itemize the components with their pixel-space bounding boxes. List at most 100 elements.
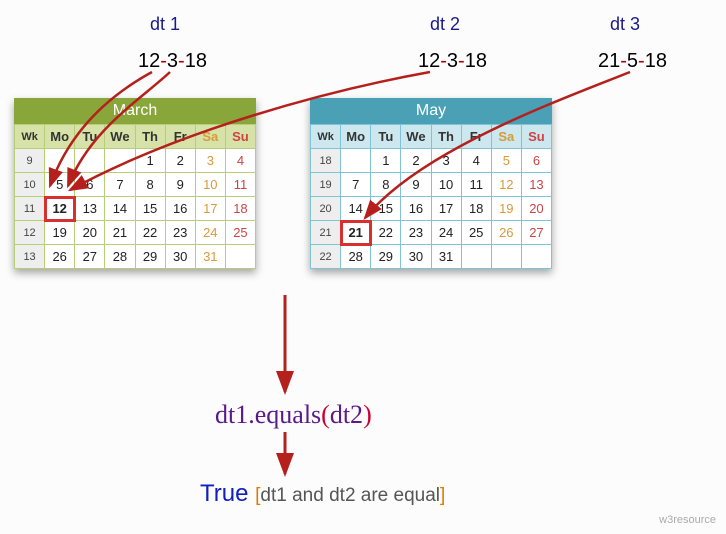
cal-day: 24 — [431, 221, 461, 245]
expr-arg: dt2 — [330, 400, 363, 429]
cal-day: 11 — [225, 173, 255, 197]
cal-day: 3 — [195, 149, 225, 173]
cal-day: 16 — [165, 197, 195, 221]
calendar-march: March WkMoTuWeThFrSaSu912341056789101111… — [14, 98, 256, 269]
cal-day: 24 — [195, 221, 225, 245]
cal-header: Wk — [311, 125, 341, 149]
cal-day: 28 — [105, 245, 135, 269]
cal-day: 18 — [225, 197, 255, 221]
cal-day: 11 — [461, 173, 491, 197]
cal-header: Fr — [461, 125, 491, 149]
cal-header: Tu — [75, 125, 105, 149]
cal-day: 3 — [431, 149, 461, 173]
date-dt3: 21-5-18 — [598, 50, 667, 73]
watermark: w3resource — [659, 514, 716, 526]
cal-week-number: 9 — [15, 149, 45, 173]
cal-day: 31 — [431, 245, 461, 269]
cal-day: 13 — [521, 173, 551, 197]
label-dt1: dt 1 — [150, 14, 180, 35]
cal-day — [225, 245, 255, 269]
cal-day: 2 — [401, 149, 431, 173]
cal-day: 22 — [371, 221, 401, 245]
cal-day: 14 — [341, 197, 371, 221]
cal-day: 8 — [371, 173, 401, 197]
cal-day: 21 — [105, 221, 135, 245]
cal-header: Mo — [341, 125, 371, 149]
cal-day: 27 — [75, 245, 105, 269]
cal-day: 30 — [165, 245, 195, 269]
cal-day: 10 — [195, 173, 225, 197]
cal-day: 9 — [401, 173, 431, 197]
cal-day: 15 — [371, 197, 401, 221]
cal-day: 20 — [75, 221, 105, 245]
cal-header: Tu — [371, 125, 401, 149]
calendar-march-title: March — [14, 98, 256, 124]
cal-day: 17 — [431, 197, 461, 221]
cal-week-number: 20 — [311, 197, 341, 221]
cal-day: 5 — [491, 149, 521, 173]
cal-week-number: 21 — [311, 221, 341, 245]
cal-day: 6 — [521, 149, 551, 173]
cal-week-number: 12 — [15, 221, 45, 245]
cal-day: 31 — [195, 245, 225, 269]
expr-obj: dt1 — [215, 400, 248, 429]
cal-day: 25 — [461, 221, 491, 245]
cal-day — [521, 245, 551, 269]
cal-day: 26 — [491, 221, 521, 245]
cal-day: 9 — [165, 173, 195, 197]
cal-day: 4 — [461, 149, 491, 173]
cal-day: 23 — [165, 221, 195, 245]
result-value: True — [200, 480, 248, 507]
expr-method: .equals — [248, 400, 321, 429]
cal-day: 26 — [45, 245, 75, 269]
date-dt2: 12-3-18 — [418, 50, 487, 73]
calendar-may: May WkMoTuWeThFrSaSu18123456197891011121… — [310, 98, 552, 269]
cal-day: 6 — [75, 173, 105, 197]
calendar-march-grid: WkMoTuWeThFrSaSu912341056789101111121314… — [14, 124, 256, 269]
cal-header: Sa — [491, 125, 521, 149]
result-note: dt1 and dt2 are equal — [260, 485, 440, 506]
cal-header: Th — [431, 125, 461, 149]
cal-header: Su — [225, 125, 255, 149]
cal-header: Fr — [165, 125, 195, 149]
cal-day: 7 — [105, 173, 135, 197]
cal-day — [45, 149, 75, 173]
cal-day: 17 — [195, 197, 225, 221]
cal-day: 12 — [491, 173, 521, 197]
expression: dt1.equals(dt2) — [215, 400, 372, 430]
cal-week-number: 18 — [311, 149, 341, 173]
cal-day: 1 — [135, 149, 165, 173]
cal-day — [461, 245, 491, 269]
cal-day: 19 — [45, 221, 75, 245]
diagram-canvas: dt 1 dt 2 dt 3 12-3-18 12-3-18 21-5-18 M… — [0, 0, 726, 534]
calendar-may-title: May — [310, 98, 552, 124]
cal-header: We — [105, 125, 135, 149]
result-bracket-close: ] — [440, 485, 445, 506]
cal-header: Wk — [15, 125, 45, 149]
cal-day: 30 — [401, 245, 431, 269]
cal-day: 29 — [371, 245, 401, 269]
cal-day: 16 — [401, 197, 431, 221]
cal-day: 2 — [165, 149, 195, 173]
cal-header: We — [401, 125, 431, 149]
cal-day: 23 — [401, 221, 431, 245]
cal-day: 15 — [135, 197, 165, 221]
cal-day: 18 — [461, 197, 491, 221]
cal-day: 10 — [431, 173, 461, 197]
expr-close: ) — [363, 400, 372, 429]
cal-day — [491, 245, 521, 269]
label-dt2: dt 2 — [430, 14, 460, 35]
cal-week-number: 22 — [311, 245, 341, 269]
calendar-may-grid: WkMoTuWeThFrSaSu181234561978910111213201… — [310, 124, 552, 269]
cal-week-number: 13 — [15, 245, 45, 269]
cal-day: 13 — [75, 197, 105, 221]
cal-day: 29 — [135, 245, 165, 269]
cal-day: 14 — [105, 197, 135, 221]
cal-header: Su — [521, 125, 551, 149]
cal-day: 28 — [341, 245, 371, 269]
cal-day: 1 — [371, 149, 401, 173]
cal-day — [75, 149, 105, 173]
cal-day — [341, 149, 371, 173]
cal-day: 25 — [225, 221, 255, 245]
date-dt1: 12-3-18 — [138, 50, 207, 73]
